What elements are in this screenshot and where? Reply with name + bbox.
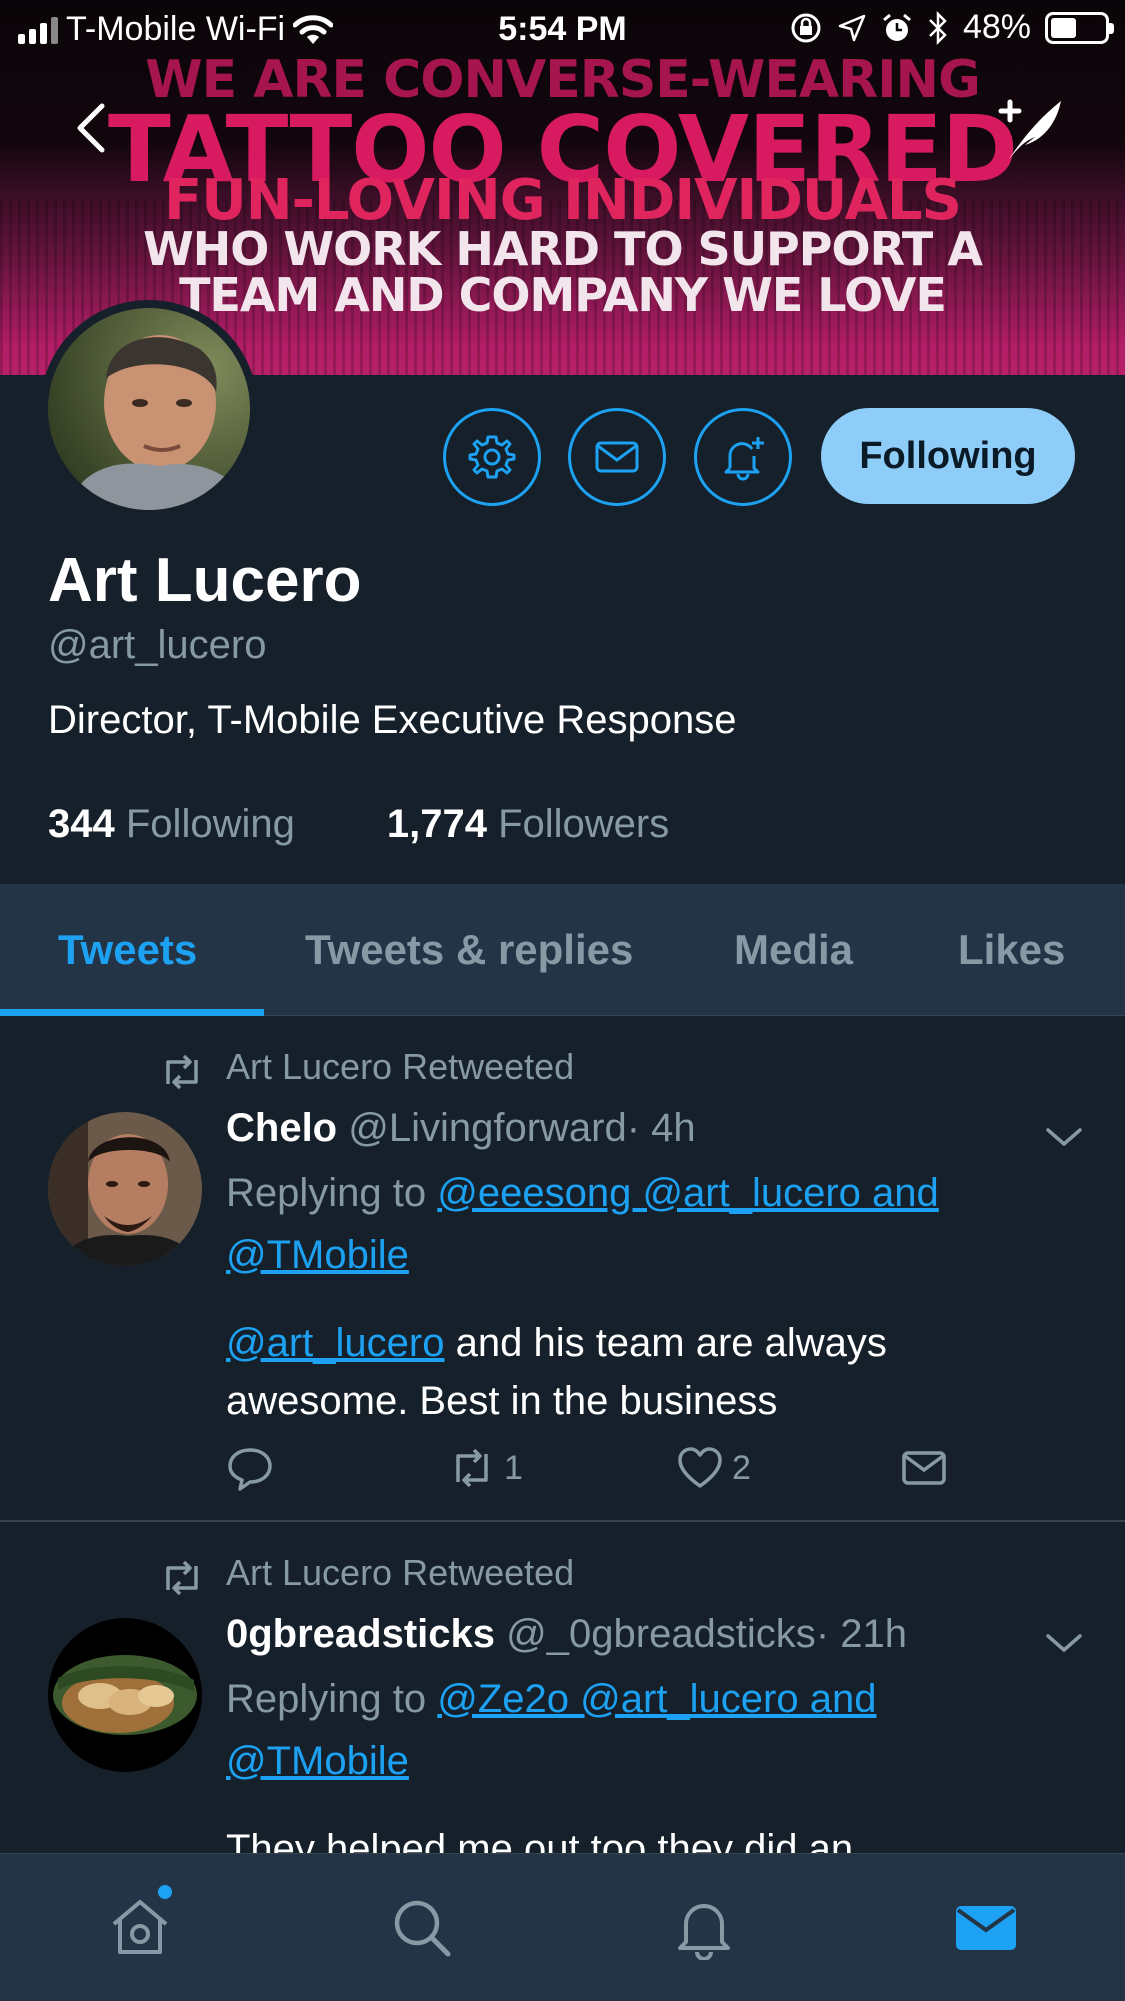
retweet-icon <box>166 1054 198 1090</box>
replying-to-link-tmobile[interactable]: @TMobile <box>226 1739 409 1783</box>
tab-tweets-and-replies[interactable]: Tweets & replies <box>305 884 633 1016</box>
direct-message-button[interactable] <box>900 1444 948 1492</box>
following-label: Following <box>125 802 295 846</box>
alarm-icon <box>882 13 911 41</box>
settings-button[interactable] <box>443 408 541 506</box>
tweet-item[interactable]: Art Lucero Retweeted 0gbreadsticks @_0gb… <box>0 1522 1125 1871</box>
mention-link[interactable]: @art_lucero <box>226 1321 444 1365</box>
tweet-text-part: and his team are always <box>444 1321 887 1365</box>
battery-icon <box>1045 11 1114 44</box>
gear-icon <box>468 435 516 479</box>
back-icon[interactable] <box>70 100 114 156</box>
message-button[interactable] <box>568 408 666 506</box>
location-icon <box>838 14 866 41</box>
chevron-down-icon[interactable] <box>1044 1628 1084 1658</box>
home-icon[interactable] <box>108 1896 172 1960</box>
following-count: 344 <box>48 802 115 846</box>
tweet-author-handle[interactable]: @Livingforward <box>348 1106 627 1150</box>
retweeted-by-label: Art Lucero Retweeted <box>226 1046 575 1087</box>
replying-to-links[interactable]: @Ze2o @art_lucero and <box>437 1677 876 1721</box>
tweet-author-handle[interactable]: @_0gbreadsticks <box>506 1612 816 1656</box>
tweet-author-avatar[interactable] <box>48 1112 202 1266</box>
envelope-icon <box>595 441 639 473</box>
profile-name: Art Lucero <box>48 546 362 615</box>
retweet-count: 1 <box>504 1448 523 1487</box>
author-photo <box>48 1112 202 1266</box>
messages-icon[interactable] <box>954 1896 1018 1960</box>
rotation-lock-icon <box>791 13 821 42</box>
profile-stats: 344 Following 1,774 Followers <box>48 802 669 847</box>
envelope-icon <box>902 1451 946 1485</box>
retweet-icon <box>456 1448 488 1488</box>
bell-plus-icon <box>724 437 764 481</box>
battery-fill <box>1051 17 1076 38</box>
profile-tabs: Tweets Tweets & replies Media Likes <box>0 884 1125 1016</box>
bottom-tab-bar <box>0 1853 1125 2001</box>
reply-icon <box>228 1448 272 1491</box>
replying-to-links[interactable]: @eeesong @art_lucero and <box>437 1171 939 1215</box>
notifications-icon[interactable] <box>672 1896 736 1960</box>
reply-button[interactable] <box>226 1444 274 1492</box>
chevron-down-icon[interactable] <box>1044 1122 1084 1152</box>
tweet-author-name[interactable]: 0gbreadsticks <box>226 1612 495 1656</box>
profile-handle: @art_lucero <box>48 623 267 667</box>
tab-media[interactable]: Media <box>734 884 853 1016</box>
profile-photo <box>48 308 250 510</box>
active-tab-indicator <box>0 1009 264 1016</box>
compose-tweet-icon[interactable] <box>995 95 1065 165</box>
replying-to-label: Replying to <box>226 1171 427 1215</box>
retweeted-by-label: Art Lucero Retweeted <box>226 1552 575 1593</box>
author-photo <box>48 1618 202 1772</box>
tweet-text-part: awesome. Best in the business <box>226 1379 778 1423</box>
replying-to-link-tmobile[interactable]: @TMobile <box>226 1233 409 1277</box>
battery-percent: 48% <box>962 8 1031 46</box>
tab-likes[interactable]: Likes <box>958 884 1065 1016</box>
profile-bio: Director, T-Mobile Executive Response <box>48 698 737 742</box>
status-bar: T-Mobile Wi-Fi 5:54 PM 48% <box>0 0 1125 60</box>
tweet-header: 0gbreadsticks @_0gbreadsticks· 21h <box>226 1612 907 1657</box>
tweet-actions: 1 2 <box>226 1444 986 1494</box>
search-icon[interactable] <box>390 1896 454 1960</box>
like-button[interactable]: 2 <box>676 1444 751 1492</box>
retweet-button[interactable]: 1 <box>448 1444 523 1492</box>
bluetooth-icon <box>929 10 947 45</box>
replying-to-label: Replying to <box>226 1677 427 1721</box>
notifications-subscribe-button[interactable] <box>694 408 792 506</box>
following-stat[interactable]: 344 Following <box>48 802 295 847</box>
status-indicators: 48% <box>789 8 1114 47</box>
tweet-header: Chelo @Livingforward· 4h <box>226 1106 696 1151</box>
tweet-author-avatar[interactable] <box>48 1618 202 1772</box>
replying-to: Replying to @eeesong @art_lucero and @TM… <box>226 1162 1086 1286</box>
tweet-item[interactable]: Art Lucero Retweeted Chelo @Livingforwar… <box>0 1016 1125 1522</box>
tab-tweets[interactable]: Tweets <box>58 884 197 1016</box>
tweet-timestamp: · 4h <box>626 1106 696 1150</box>
profile-avatar[interactable] <box>40 300 258 518</box>
home-notification-dot <box>155 1882 175 1902</box>
retweet-icon <box>166 1560 198 1596</box>
tweet-author-name[interactable]: Chelo <box>226 1106 337 1150</box>
heart-icon <box>678 1447 722 1488</box>
tweet-text: @art_lucero and his team are always awes… <box>226 1314 1086 1430</box>
tweet-timestamp: · 21h <box>815 1612 907 1656</box>
followers-count: 1,774 <box>386 802 487 846</box>
followers-label: Followers <box>498 802 670 846</box>
replying-to: Replying to @Ze2o @art_lucero and @TMobi… <box>226 1668 1086 1792</box>
like-count: 2 <box>732 1448 751 1487</box>
following-button[interactable]: Following <box>821 408 1075 504</box>
followers-stat[interactable]: 1,774 Followers <box>387 802 669 847</box>
